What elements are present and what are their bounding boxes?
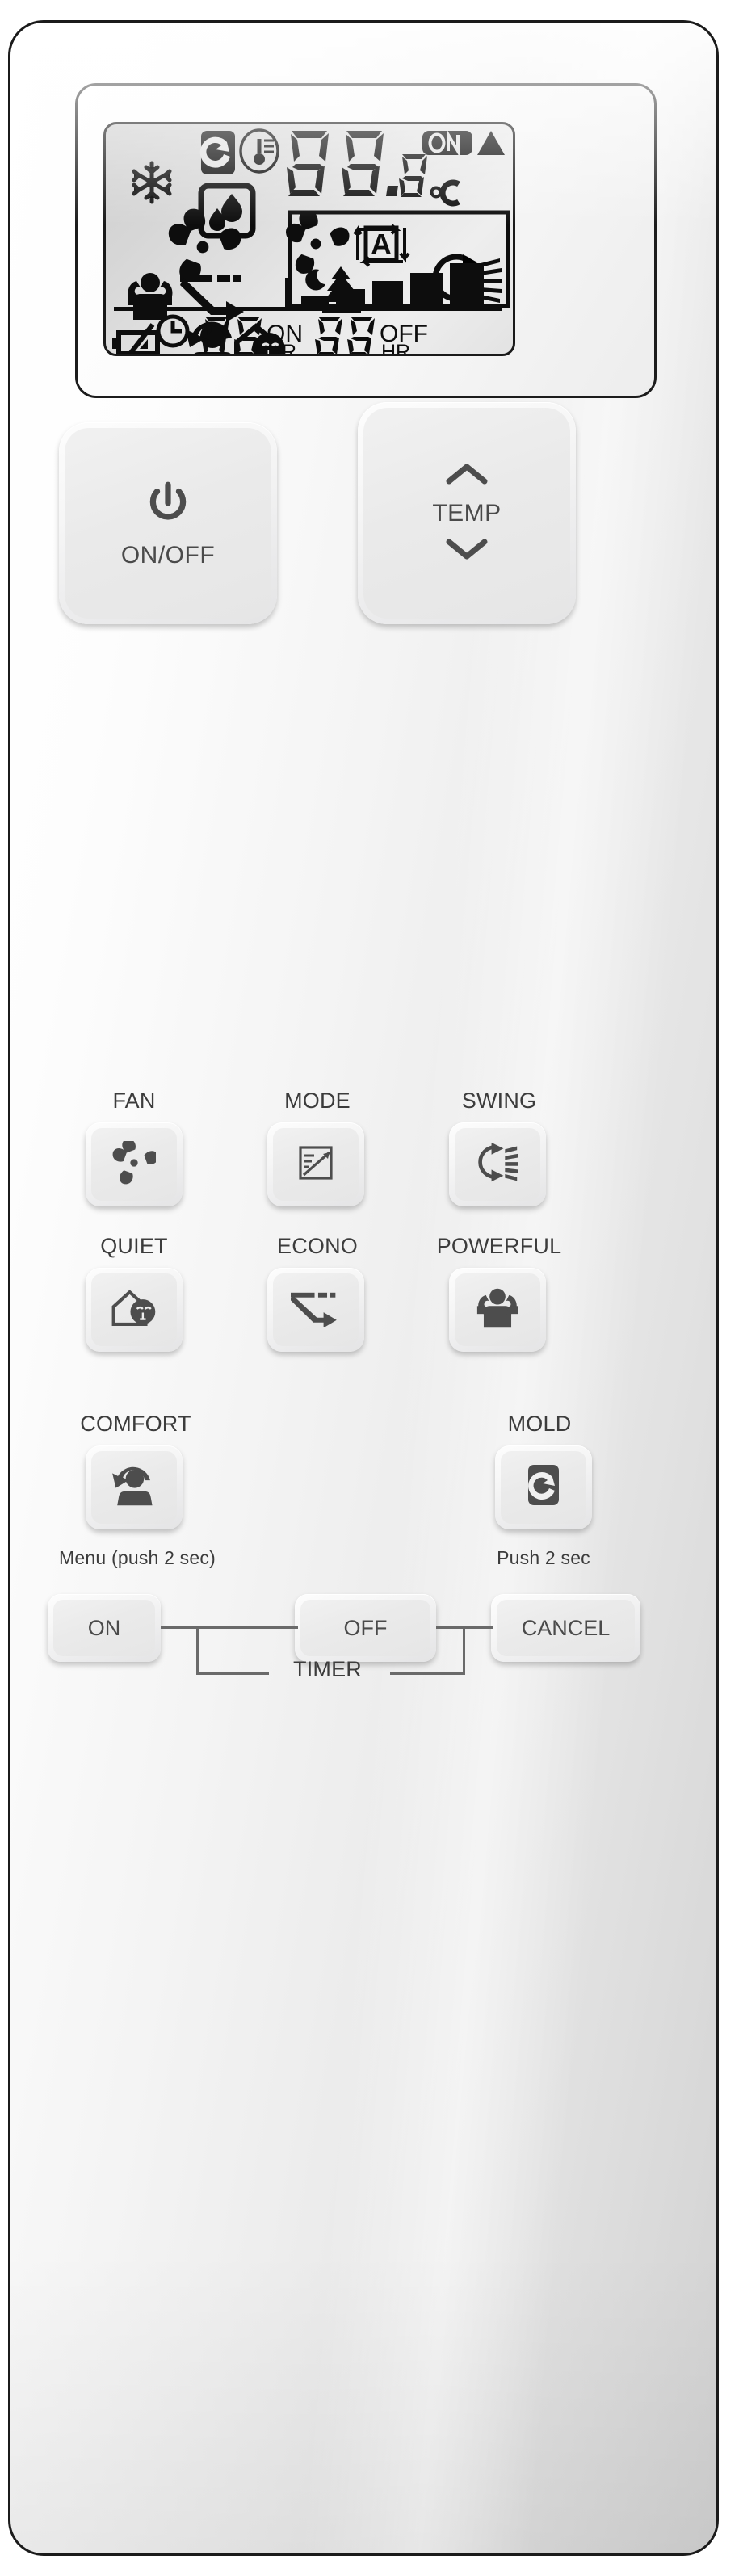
on-badge — [422, 128, 472, 157]
timer-off-unit: HR. — [381, 341, 416, 354]
econo-button[interactable] — [267, 1268, 364, 1352]
comfort-label: COMFORT — [80, 1412, 191, 1436]
mold-icon — [525, 1463, 562, 1512]
timer-bracket-top-left — [161, 1626, 298, 1629]
mold-icon — [199, 131, 235, 174]
fan-label: FAN — [112, 1089, 156, 1113]
mode-button[interactable] — [267, 1122, 364, 1206]
econo-arrow-icon — [290, 1290, 341, 1331]
mold-label: MOLD — [507, 1412, 572, 1436]
swing-icon — [475, 1141, 520, 1189]
lcd-divider — [114, 307, 502, 311]
timer-cancel-button[interactable]: CANCEL — [491, 1594, 640, 1662]
timer-on-unit: HR. — [267, 341, 302, 354]
powerful-muscle-icon — [128, 273, 173, 320]
timer-on-button[interactable]: ON — [48, 1594, 161, 1662]
lcd-display: A ON HR. OFF HR. — [103, 122, 515, 356]
lcd-divider-vert — [285, 278, 289, 310]
power-button-label: ON/OFF — [120, 541, 216, 568]
auto-a-icon: A — [353, 224, 410, 267]
temp-button-label: TEMP — [432, 499, 502, 527]
mold-button[interactable] — [495, 1445, 592, 1529]
dry-drops-icon — [198, 183, 256, 239]
swing-label: SWING — [461, 1089, 537, 1113]
thermometer-icon — [239, 128, 279, 174]
remote-control-body: A ON HR. OFF HR. ON/OFF TEMP FAN MODE SW… — [8, 20, 719, 2556]
powerful-label: POWERFUL — [436, 1234, 562, 1258]
comfort-person-icon — [111, 1465, 157, 1511]
timer-off-digits — [315, 317, 375, 354]
up-arrow-icon — [477, 131, 505, 155]
timer-bracket-stem-right — [463, 1626, 465, 1675]
svg-text:A: A — [371, 228, 392, 261]
fan-icon — [112, 1138, 158, 1189]
timer-off-button-label: OFF — [343, 1615, 388, 1640]
fan-icon-panel — [286, 210, 350, 274]
econo-arrow-icon — [180, 275, 244, 322]
quiet-label: QUIET — [100, 1234, 168, 1258]
fan-button[interactable] — [86, 1122, 183, 1206]
lcd-graphics: A ON HR. OFF HR. — [112, 128, 510, 354]
timer-bracket-bottom-left — [196, 1672, 269, 1675]
comfort-button[interactable] — [86, 1445, 183, 1529]
clock-icon — [156, 314, 190, 348]
celsius-unit — [430, 179, 460, 207]
econo-label: ECONO — [276, 1234, 358, 1258]
mold-sub-label: Push 2 sec — [497, 1547, 590, 1568]
powerful-button[interactable] — [449, 1268, 546, 1352]
screenshot-root: A ON HR. OFF HR. ON/OFF TEMP FAN MODE SW… — [0, 0, 743, 2576]
timer-bracket-bottom-right — [390, 1672, 465, 1675]
timer-cancel-button-label: CANCEL — [521, 1615, 611, 1640]
quiet-button[interactable] — [86, 1268, 183, 1352]
chevron-down-icon[interactable] — [444, 537, 489, 565]
timer-on-button-label: ON — [87, 1615, 121, 1640]
quiet-home-icon — [111, 1287, 157, 1333]
mode-icon — [294, 1141, 338, 1189]
snowflake-cool-icon — [132, 161, 172, 204]
chevron-up-icon[interactable] — [444, 462, 489, 490]
comfort-sub-label: Menu (push 2 sec) — [59, 1547, 216, 1568]
timer-bracket-stem-left — [196, 1626, 199, 1675]
swing-button[interactable] — [449, 1122, 546, 1206]
fan-speed-bars — [301, 263, 484, 311]
power-icon — [143, 478, 193, 532]
timer-off-button[interactable]: OFF — [295, 1594, 436, 1662]
temp-button[interactable]: TEMP — [358, 402, 576, 624]
mode-label: MODE — [284, 1089, 351, 1113]
power-button[interactable]: ON/OFF — [59, 422, 277, 624]
powerful-muscle-icon — [474, 1287, 521, 1333]
battery-low-icon — [112, 323, 160, 354]
